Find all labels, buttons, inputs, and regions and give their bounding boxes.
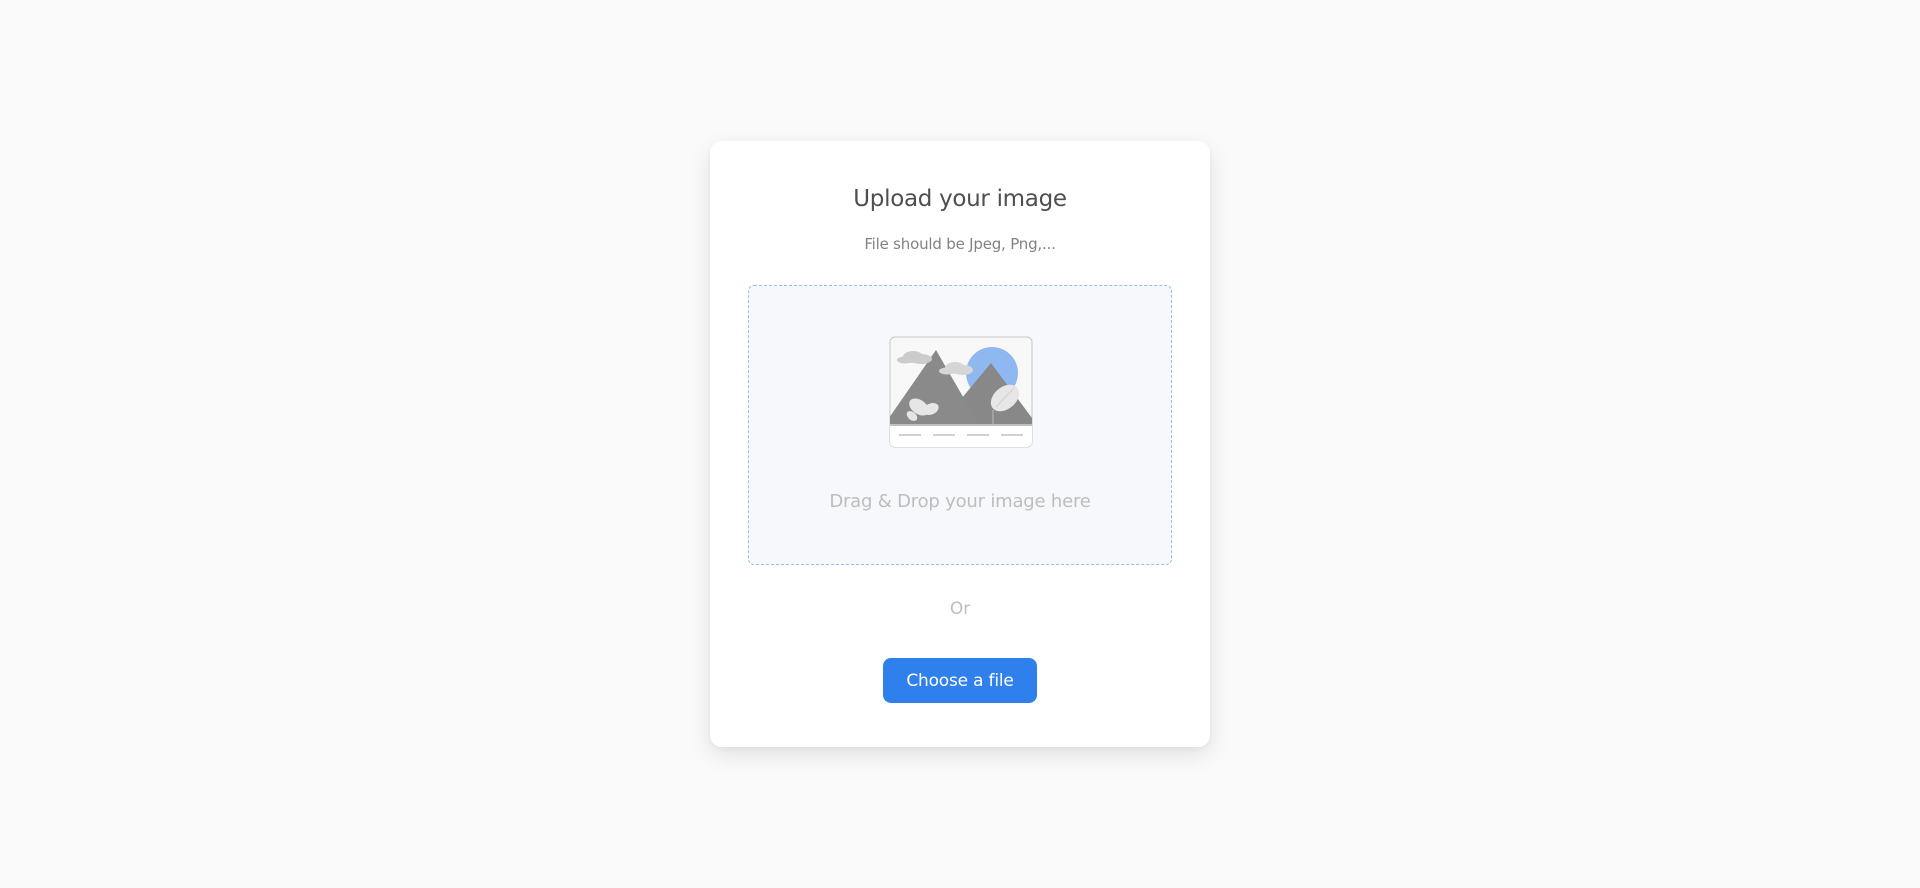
choose-file-button[interactable]: Choose a file [883, 658, 1037, 703]
upload-subtitle: File should be Jpeg, Png,... [864, 235, 1056, 253]
mountain-landscape-image-icon [889, 336, 1033, 448]
or-divider: Or [949, 599, 971, 619]
dropzone-label: Drag & Drop your image here [829, 491, 1091, 512]
image-dropzone[interactable]: Drag & Drop your image here [748, 285, 1172, 565]
upload-title: Upload your image [853, 186, 1067, 212]
upload-card: Upload your image File should be Jpeg, P… [710, 141, 1210, 747]
